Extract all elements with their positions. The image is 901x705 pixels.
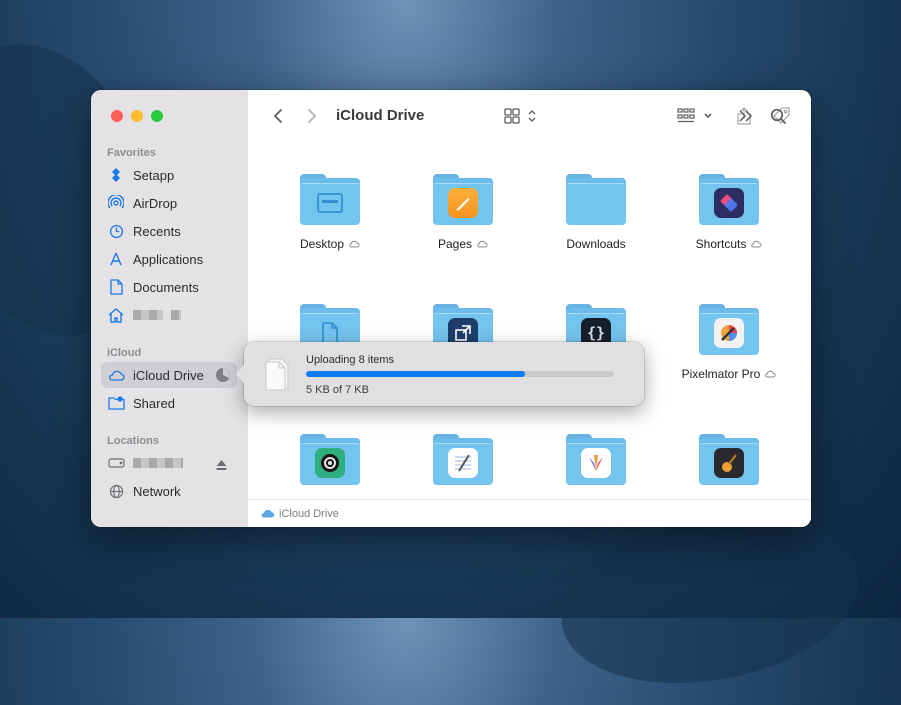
folder-icon: [566, 174, 626, 225]
shortcuts-app-icon: [699, 174, 759, 225]
file-name: Downloads: [566, 237, 626, 251]
group-icon: [677, 108, 712, 123]
globe-icon: [107, 482, 125, 500]
sidebar-heading-icloud: iCloud: [107, 347, 142, 359]
search-button[interactable]: [766, 104, 790, 128]
file-item-pages[interactable]: Pages: [408, 174, 518, 251]
sync-progress-icon[interactable]: [215, 367, 231, 386]
cloud-download-icon: [476, 237, 488, 251]
camera-app-icon: [300, 434, 360, 485]
sidebar-item-network[interactable]: Network: [101, 478, 237, 504]
view-mode-button[interactable]: [502, 104, 542, 128]
upload-progress-popover: Uploading 8 items 5 KB of 7 KB: [236, 342, 644, 406]
sidebar-item-label: Recents: [133, 223, 181, 239]
file-item-affinity-app[interactable]: [541, 434, 651, 485]
sidebar-heading-locations: Locations: [107, 435, 159, 447]
disk-icon: [107, 454, 125, 472]
affinity-app-icon: [566, 434, 626, 485]
sidebar-item-label: AirDrop: [133, 195, 178, 211]
sidebar-heading-favorites: Favorites: [107, 147, 156, 159]
sidebar-item-disk[interactable]: [101, 450, 237, 476]
redacted-text: [133, 310, 163, 320]
sidebar-item-label: Shared: [133, 395, 175, 411]
sidebar-item-shared[interactable]: Shared: [101, 390, 237, 416]
main-content: iCloud Drive Desktop Pages Downloads Sho…: [248, 90, 811, 527]
file-item-shortcuts[interactable]: Shortcuts: [674, 174, 784, 251]
file-name: Pixelmator Pro: [681, 367, 761, 381]
redacted-text: [133, 458, 183, 468]
clock-icon: [107, 222, 125, 240]
home-icon: [107, 306, 125, 324]
sidebar-item-recents[interactable]: Recents: [101, 218, 237, 244]
file-item-garageband-app[interactable]: [674, 434, 784, 485]
setapp-icon: [107, 166, 125, 184]
upload-progress-fill: [306, 371, 525, 377]
file-item-desktop[interactable]: Desktop: [275, 174, 385, 251]
file-name: Shortcuts: [695, 237, 747, 251]
sidebar-item-label: Applications: [133, 251, 204, 267]
sidebar-item-setapp[interactable]: Setapp: [101, 162, 237, 188]
file-item-camera-app[interactable]: [275, 434, 385, 485]
applications-icon: [107, 250, 125, 268]
sidebar-item-label: iCloud Drive: [133, 367, 204, 383]
upload-title: Uploading 8 items: [306, 354, 395, 366]
sidebar: Favorites Setapp AirDrop Recents Applica…: [91, 90, 249, 527]
file-stack-icon: [262, 356, 292, 397]
cloud-download-icon: [750, 237, 762, 251]
finder-window: Favorites Setapp AirDrop Recents Applica…: [91, 90, 811, 527]
path-bar: iCloud Drive: [248, 499, 811, 527]
upload-detail: 5 KB of 7 KB: [306, 384, 369, 396]
more-toolbar-button[interactable]: [734, 104, 758, 128]
eject-icon[interactable]: [216, 458, 227, 473]
cloud-icon: [260, 508, 275, 521]
window-title: iCloud Drive: [336, 107, 425, 124]
zoom-button[interactable]: [151, 110, 163, 122]
cloud-download-icon: [764, 367, 776, 381]
sidebar-item-documents[interactable]: Documents: [101, 274, 237, 300]
group-by-button[interactable]: [676, 104, 718, 128]
airdrop-icon: [107, 194, 125, 212]
cloud-download-icon: [348, 237, 360, 251]
desktop-folder-icon: [300, 174, 360, 225]
sidebar-item-applications[interactable]: Applications: [101, 246, 237, 272]
notes-app-icon: [433, 434, 493, 485]
minimize-button[interactable]: [131, 110, 143, 122]
file-item-downloads[interactable]: Downloads: [541, 174, 651, 251]
sidebar-item-label: Network: [133, 483, 181, 499]
document-icon: [107, 278, 125, 296]
chevron-right-icon: [308, 109, 316, 123]
upload-progress-bar: [306, 371, 614, 377]
file-item-notes-app[interactable]: [408, 434, 518, 485]
icon-view-grid-icon: [504, 108, 536, 124]
garageband-app-icon: [699, 434, 759, 485]
chevron-left-icon: [274, 109, 282, 123]
shared-folder-icon: [107, 394, 125, 412]
double-chevron-right-icon: [739, 110, 753, 122]
pages-app-icon: [433, 174, 493, 225]
redacted-text: [171, 310, 181, 320]
sidebar-item-label: Setapp: [133, 167, 175, 183]
file-name: Desktop: [299, 237, 345, 251]
sidebar-item-label: Documents: [133, 279, 199, 295]
sidebar-item-airdrop[interactable]: AirDrop: [101, 190, 237, 216]
close-button[interactable]: [111, 110, 123, 122]
cloud-icon: [107, 366, 125, 384]
sidebar-item-icloud-drive[interactable]: iCloud Drive: [101, 362, 237, 388]
file-item-pixelmator-pro[interactable]: Pixelmator Pro: [674, 304, 784, 381]
path-item[interactable]: iCloud Drive: [279, 508, 339, 520]
sidebar-item-home[interactable]: [101, 302, 237, 328]
pixelmator-app-icon: [699, 304, 759, 355]
popover-arrow: [236, 365, 244, 383]
forward-button[interactable]: [300, 104, 324, 128]
file-name: Pages: [437, 237, 473, 251]
search-icon: [770, 108, 786, 124]
back-button[interactable]: [266, 104, 290, 128]
toolbar: iCloud Drive: [248, 90, 811, 142]
